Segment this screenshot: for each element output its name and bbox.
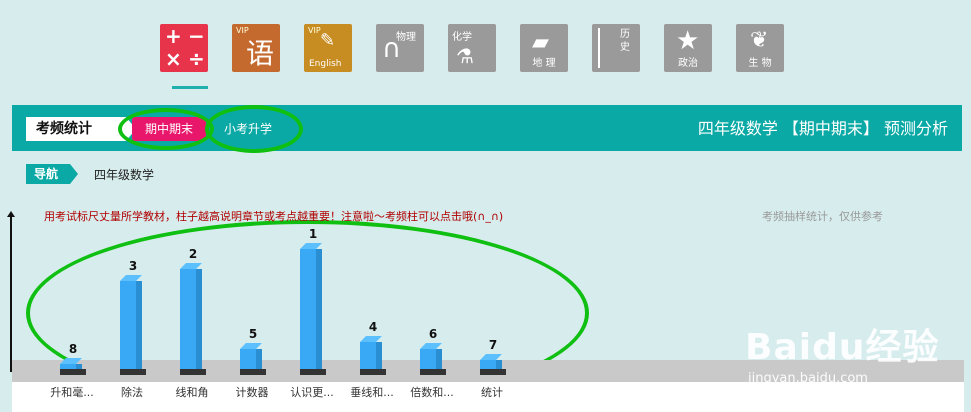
baidu-watermark: Baidu经验 xyxy=(745,327,940,368)
chart-rank-label: 6 xyxy=(428,327,438,341)
math-icon[interactable]: + − × ÷ xyxy=(160,24,208,72)
chart-rank-label: 1 xyxy=(308,227,318,241)
chart-rank-label: 8 xyxy=(68,342,78,356)
chart-bar[interactable] xyxy=(120,281,142,369)
entrance-exam-tab[interactable]: 小考升学 xyxy=(224,117,272,141)
chart-rank-label: 5 xyxy=(248,327,258,341)
chart-bar[interactable] xyxy=(240,349,262,369)
english-icon[interactable]: VIP ✎ English xyxy=(304,24,352,72)
header-bar: 考频统计 期中期末 小考升学 四年级数学 【期中期末】 预测分析 xyxy=(12,105,962,151)
chart-bar[interactable] xyxy=(180,269,202,369)
politics-icon[interactable]: ★ 政治 xyxy=(664,24,712,72)
watermark-url: jingyan.baidu.com xyxy=(748,371,868,386)
chart-category-label[interactable]: 认识更... xyxy=(280,384,344,400)
chart-category-label[interactable]: 统计 xyxy=(460,384,524,400)
chart-category-label[interactable]: 升和毫... xyxy=(40,384,104,400)
biology-icon[interactable]: ❦ 生 物 xyxy=(736,24,784,72)
chart-category-label[interactable]: 除法 xyxy=(100,384,164,400)
chart-bar[interactable] xyxy=(420,349,442,369)
chart-category-label[interactable]: 倍数和... xyxy=(400,384,464,400)
geography-icon[interactable]: ▰ 地 理 xyxy=(520,24,568,72)
chart-bar-base xyxy=(360,369,386,375)
chart-bar-base xyxy=(120,369,146,375)
chart-category-label[interactable]: 垂线和... xyxy=(340,384,404,400)
chart-rank-label: 7 xyxy=(488,338,498,352)
chemistry-icon[interactable]: 化学 ⚗ xyxy=(448,24,496,72)
chart-category-label[interactable]: 计数器 xyxy=(220,384,284,400)
chart-bar-base xyxy=(60,369,86,375)
breadcrumb[interactable]: 四年级数学 xyxy=(94,166,154,183)
physics-icon[interactable]: ∩ 物理 xyxy=(376,24,424,72)
chart-category-label[interactable]: 线和角 xyxy=(160,384,224,400)
history-icon[interactable]: 历史 xyxy=(592,24,640,72)
chart-bar-base xyxy=(300,369,326,375)
chart-rank-label: 2 xyxy=(188,247,198,261)
active-subject-indicator xyxy=(172,86,208,89)
chart-rank-label: 3 xyxy=(128,259,138,273)
chart-bar-base xyxy=(420,369,446,375)
chart-bar[interactable] xyxy=(300,249,322,369)
chart-bar[interactable] xyxy=(480,360,502,369)
chart-bar[interactable] xyxy=(360,342,382,369)
y-axis xyxy=(7,211,15,372)
chart-rank-label: 4 xyxy=(368,320,378,334)
chart-note: 用考试标尺丈量所学教材，柱子越高说明章节或考点越重要！注意啦～考频柱可以点击哦(… xyxy=(44,210,504,223)
frequency-stats-tab[interactable]: 考频统计 xyxy=(26,117,136,141)
chinese-icon[interactable]: VIP 语 xyxy=(232,24,280,72)
chart-bar-base xyxy=(480,369,506,375)
exam-tab-button[interactable]: 期中期末 xyxy=(132,117,206,141)
page-title: 四年级数学 【期中期末】 预测分析 xyxy=(697,119,948,138)
chart-bar-base xyxy=(240,369,266,375)
chart-disclaimer: 考频抽样统计，仅供参考 xyxy=(762,210,883,223)
chart-bar-base xyxy=(180,369,206,375)
nav-tag: 导航 xyxy=(26,164,78,184)
